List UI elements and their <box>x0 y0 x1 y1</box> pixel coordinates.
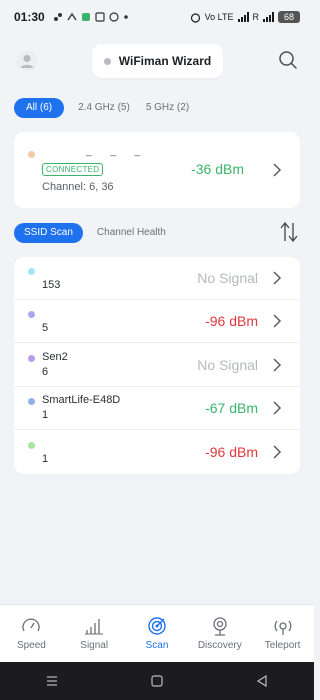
nav-speed[interactable]: Speed <box>0 605 63 662</box>
notification-icons <box>53 12 129 22</box>
network-row[interactable]: 5 -96 dBm <box>14 300 300 343</box>
nav-label: Teleport <box>264 640 301 651</box>
network-color-dot <box>28 268 35 275</box>
tab-channel-health[interactable]: Channel Health <box>93 223 170 243</box>
nav-label: Speed <box>16 640 46 651</box>
tab-ssid-scan[interactable]: SSID Scan <box>14 223 83 243</box>
chevron-right-icon <box>273 314 282 328</box>
chevron-right-icon <box>273 445 282 459</box>
user-avatar-icon[interactable] <box>16 50 38 72</box>
network-channel: 1 <box>42 453 49 465</box>
network-color-dot <box>28 442 35 449</box>
status-dot <box>103 57 111 65</box>
network-color-dot <box>28 311 35 318</box>
network-signal: -67 dBm <box>205 400 258 416</box>
discovery-icon <box>213 617 227 636</box>
page-title: WiFiman Wizard <box>118 54 212 68</box>
status-bar: 01:30 Vo LTE R 68 <box>0 0 314 34</box>
teleport-icon <box>274 620 291 635</box>
nav-scan[interactable]: Scan <box>126 605 189 662</box>
network-row[interactable]: SmartLife-E48D 1 -67 dBm <box>14 387 300 430</box>
scan-radar-icon <box>148 617 166 635</box>
wizard-title-pill[interactable]: WiFiman Wizard <box>92 44 223 78</box>
notification-icon <box>53 13 62 21</box>
network-row[interactable]: Sen2 6 No Signal <box>14 344 300 387</box>
nav-label: Signal <box>80 640 109 651</box>
robot-icon <box>109 12 119 22</box>
view-tabs: SSID Scan Channel Health <box>14 221 300 243</box>
network-signal: No Signal <box>197 270 258 286</box>
band-filters: All (6) 2.4 GHz (5) 5 GHz (2) <box>14 98 191 118</box>
network-channel: 6 <box>42 366 49 378</box>
connected-network-card[interactable]: _ _ _ CONNECTED Channel: 6, 36 -36 dBm <box>14 132 300 208</box>
alarm-icon <box>190 12 200 23</box>
network-name: Sen2 <box>42 351 68 363</box>
speedometer-icon <box>22 618 41 632</box>
battery-icon: 68 <box>278 11 300 23</box>
sim-label: R <box>252 12 260 22</box>
chevron-right-icon <box>273 163 282 177</box>
search-icon[interactable] <box>278 50 298 70</box>
app-header: WiFiman Wizard <box>0 42 314 80</box>
band-filter-5ghz[interactable]: 5 GHz (2) <box>144 98 191 118</box>
cast-icon <box>67 12 77 21</box>
nav-teleport[interactable]: Teleport <box>251 605 314 662</box>
signal-strength-icon <box>237 12 249 22</box>
system-status: Vo LTE R 68 <box>190 11 300 23</box>
connected-signal: -36 dBm <box>191 161 244 177</box>
nav-label: Discovery <box>197 640 242 651</box>
network-channel: 1 <box>42 409 49 421</box>
nav-label: Scan <box>145 640 169 651</box>
network-channel: 153 <box>42 279 61 291</box>
signal-strength-icon-2 <box>263 12 274 22</box>
network-color-dot <box>28 398 35 405</box>
network-channel: 5 <box>42 322 49 334</box>
system-nav-bar <box>0 662 314 700</box>
network-name: SmartLife-E48D <box>42 394 121 406</box>
connected-ssid: _ _ _ <box>86 146 149 157</box>
network-row[interactable]: 1 -96 dBm <box>14 431 300 474</box>
network-color-dot <box>28 355 35 362</box>
network-row[interactable]: 153 No Signal <box>14 257 300 300</box>
more-dot-icon <box>123 15 128 19</box>
chevron-right-icon <box>273 401 282 415</box>
band-filter-all[interactable]: All (6) <box>14 98 65 118</box>
chevron-right-icon <box>273 358 282 372</box>
recent-apps-icon[interactable] <box>46 675 58 687</box>
network-list: 153 No Signal 5 -96 dBm Sen2 6 No Signal… <box>14 257 300 474</box>
status-time: 01:30 <box>14 10 45 24</box>
message-icon <box>81 13 90 21</box>
gallery-icon <box>95 12 105 22</box>
bottom-nav: Speed Signal Scan Discovery Teleport <box>0 604 314 662</box>
nav-discovery[interactable]: Discovery <box>188 605 251 662</box>
signal-bars-icon <box>85 619 104 635</box>
network-color-dot <box>28 151 35 158</box>
connected-channel: Channel: 6, 36 <box>42 181 114 193</box>
nav-signal[interactable]: Signal <box>63 605 126 662</box>
chevron-right-icon <box>273 271 282 285</box>
home-icon[interactable] <box>151 675 163 687</box>
network-signal: -96 dBm <box>205 444 258 460</box>
sort-icon[interactable] <box>280 221 298 243</box>
network-signal: -96 dBm <box>205 313 258 329</box>
connected-badge: CONNECTED <box>42 163 104 176</box>
network-tag: Vo LTE <box>204 12 234 22</box>
back-icon[interactable] <box>256 675 268 687</box>
network-signal: No Signal <box>197 357 258 373</box>
band-filter-2-4ghz[interactable]: 2.4 GHz (5) <box>76 98 132 118</box>
